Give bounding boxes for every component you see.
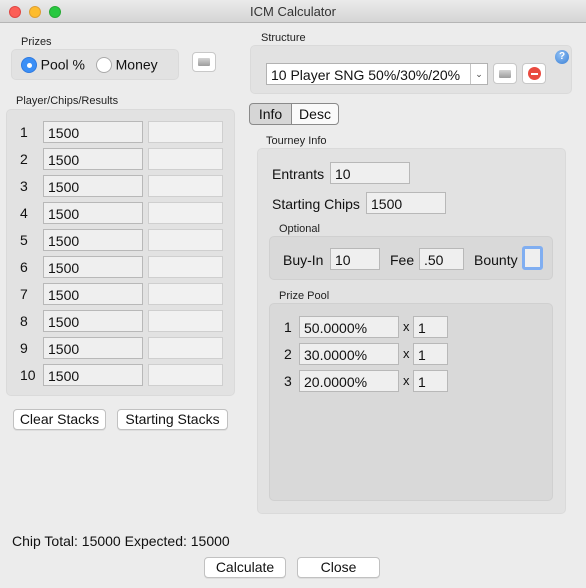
prizes-list-button[interactable] [192,52,216,72]
optional-label: Optional [279,223,320,235]
delete-icon [527,67,541,80]
player-chips-input[interactable]: 1500 [43,202,143,224]
prize-pool-label: Prize Pool [279,290,330,302]
structure-select[interactable]: 10 Player SNG 50%/30%/20% [266,63,488,85]
radio-money-label: Money [115,56,158,73]
player-chips-input[interactable]: 1500 [43,175,143,197]
multiplier-x-label: x [403,373,410,388]
player-number: 10 [20,367,36,383]
player-number: 7 [20,286,28,302]
player-number: 6 [20,259,28,275]
prize-percent-input[interactable]: 30.0000% [299,343,399,365]
entrants-input[interactable]: 10 [330,162,410,184]
player-number: 2 [20,151,28,167]
prize-multiplier-input[interactable]: 1 [413,370,448,392]
player-result-field [148,148,223,170]
fee-input[interactable]: .50 [419,248,464,270]
player-chips-input[interactable]: 1500 [43,121,143,143]
buyin-input[interactable]: 10 [330,248,380,270]
fee-label: Fee [390,252,415,268]
title-bar: ICM Calculator [0,0,586,23]
structure-select-value: 10 Player SNG 50%/30%/20% [271,67,461,83]
player-result-field [148,175,223,197]
structure-label: Structure [261,32,306,44]
player-chips-input[interactable]: 1500 [43,148,143,170]
player-number: 5 [20,232,28,248]
structure-delete-button[interactable] [522,63,546,84]
chip-total-status: Chip Total: 15000 Expected: 15000 [12,533,230,549]
radio-unselected-icon [96,56,112,73]
starting-chips-input[interactable]: 1500 [366,192,446,214]
player-chips-input[interactable]: 1500 [43,364,143,386]
window-title: ICM Calculator [250,4,336,19]
player-chips-input[interactable]: 1500 [43,310,143,332]
prize-percent-input[interactable]: 50.0000% [299,316,399,338]
calculate-button[interactable]: Calculate [204,557,286,578]
radio-pool-percent[interactable]: Pool % [21,56,85,73]
player-result-field [148,283,223,305]
player-number: 4 [20,205,28,221]
bounty-label: Bounty [474,252,518,268]
starting-chips-label: Starting Chips [272,196,360,212]
clear-stacks-button[interactable]: Clear Stacks [13,409,106,430]
chevron-down-icon[interactable]: ⌄ [470,64,487,84]
player-chips-input[interactable]: 1500 [43,256,143,278]
multiplier-x-label: x [403,319,410,334]
tab-desc[interactable]: Desc [291,103,339,125]
prizes-label: Prizes [21,36,52,48]
multiplier-x-label: x [403,346,410,361]
player-result-field [148,121,223,143]
tab-info[interactable]: Info [249,103,292,125]
players-label: Player/Chips/Results [16,95,119,107]
prize-multiplier-input[interactable]: 1 [413,343,448,365]
radio-pool-percent-label: Pool % [40,56,85,73]
player-chips-input[interactable]: 1500 [43,283,143,305]
bounty-checkbox[interactable] [522,246,543,270]
player-chips-input[interactable]: 1500 [43,229,143,251]
prize-multiplier-input[interactable]: 1 [413,316,448,338]
help-icon[interactable]: ? [555,50,569,64]
radio-selected-icon [21,56,37,73]
player-number: 9 [20,340,28,356]
player-result-field [148,337,223,359]
player-result-field [148,202,223,224]
player-result-field [148,310,223,332]
buyin-label: Buy-In [283,252,324,268]
player-result-field [148,256,223,278]
list-icon [499,69,511,78]
player-number: 3 [20,178,28,194]
radio-money[interactable]: Money [96,56,158,73]
list-icon [198,58,210,66]
player-result-field [148,229,223,251]
starting-stacks-button[interactable]: Starting Stacks [117,409,228,430]
tourney-info-label: Tourney Info [266,135,327,147]
player-result-field [148,364,223,386]
prize-percent-input[interactable]: 20.0000% [299,370,399,392]
prizes-group: Pool % Money [11,49,179,80]
structure-list-button[interactable] [493,63,517,84]
player-chips-input[interactable]: 1500 [43,337,143,359]
player-number: 1 [20,124,28,140]
close-button[interactable]: Close [297,557,380,578]
player-number: 8 [20,313,28,329]
entrants-label: Entrants [272,166,325,182]
